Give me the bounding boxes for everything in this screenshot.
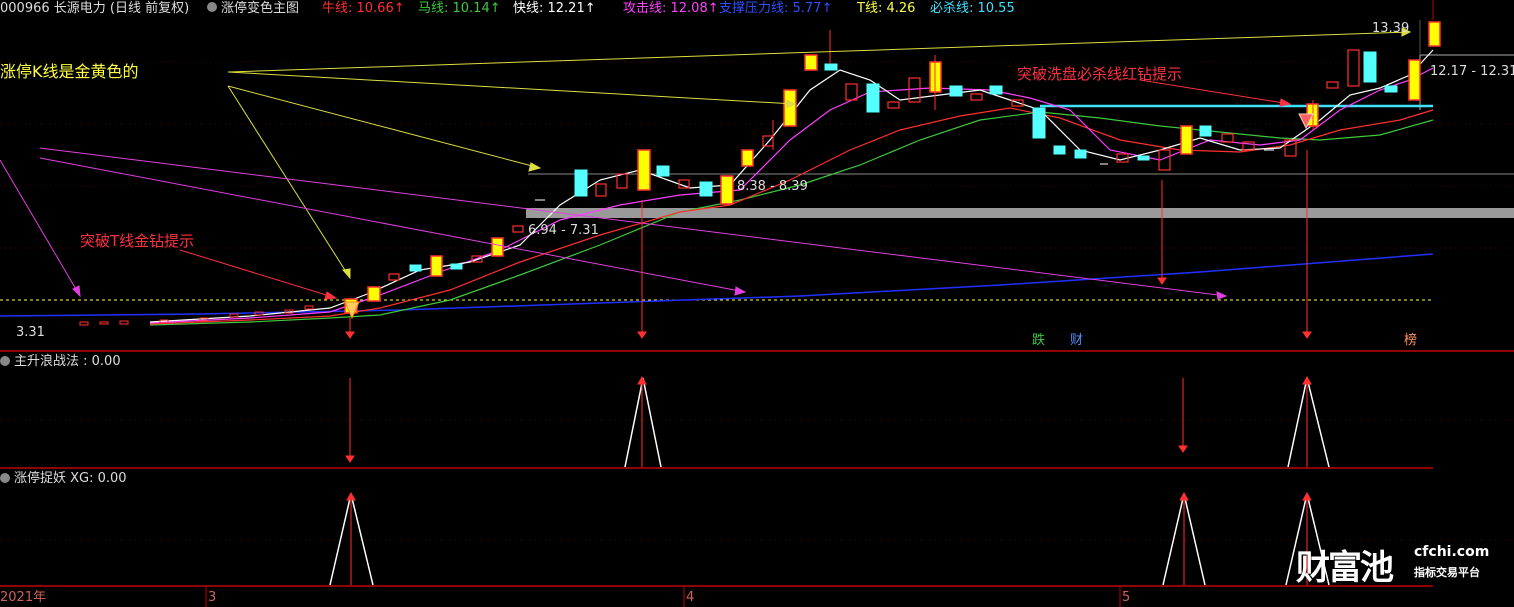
timeline-label-may: 5	[1122, 590, 1131, 605]
panel2-title[interactable]: 主升浪战法 : 0.00	[0, 354, 121, 370]
marker-die[interactable]: 跌	[1032, 333, 1045, 349]
panel2-settings-icon[interactable]	[0, 356, 10, 366]
low-price-label: 3.31	[16, 325, 45, 340]
range-label-2: 8.38 - 8.39	[737, 179, 808, 194]
marker-cai[interactable]: 财	[1070, 333, 1083, 349]
timeline-label-march: 3	[208, 590, 217, 605]
t-line-note: 突破T线金钻提示	[80, 232, 195, 250]
timeline-label-year: 2021年	[0, 590, 47, 605]
kill-line-note: 突破洗盘必杀线红钻提示	[1017, 65, 1183, 83]
panel3-title[interactable]: 涨停捉妖 XG: 0.00	[0, 471, 127, 487]
panel2-title-text: 主升浪战法 : 0.00	[14, 354, 121, 369]
watermark-url: cfchi.com	[1414, 544, 1490, 560]
kline-chart[interactable]	[0, 0, 1514, 607]
panel3-title-text: 涨停捉妖 XG: 0.00	[14, 471, 127, 486]
panel3-settings-icon[interactable]	[0, 473, 10, 483]
watermark-subtitle: 指标交易平台	[1414, 566, 1480, 579]
limit-up-note: 涨停K线是金黄色的	[0, 62, 139, 81]
range-label-3: 12.17 - 12.31	[1430, 64, 1514, 79]
marker-bang[interactable]: 榜	[1404, 333, 1417, 349]
watermark-logo: 财富池 cfchi.com 指标交易平台	[1296, 540, 1496, 588]
range-label-1: 6.94 - 7.31	[528, 223, 599, 238]
timeline-label-april: 4	[686, 590, 695, 605]
high-price-label: 13.39	[1372, 21, 1410, 36]
watermark-brand: 财富池	[1296, 548, 1394, 588]
